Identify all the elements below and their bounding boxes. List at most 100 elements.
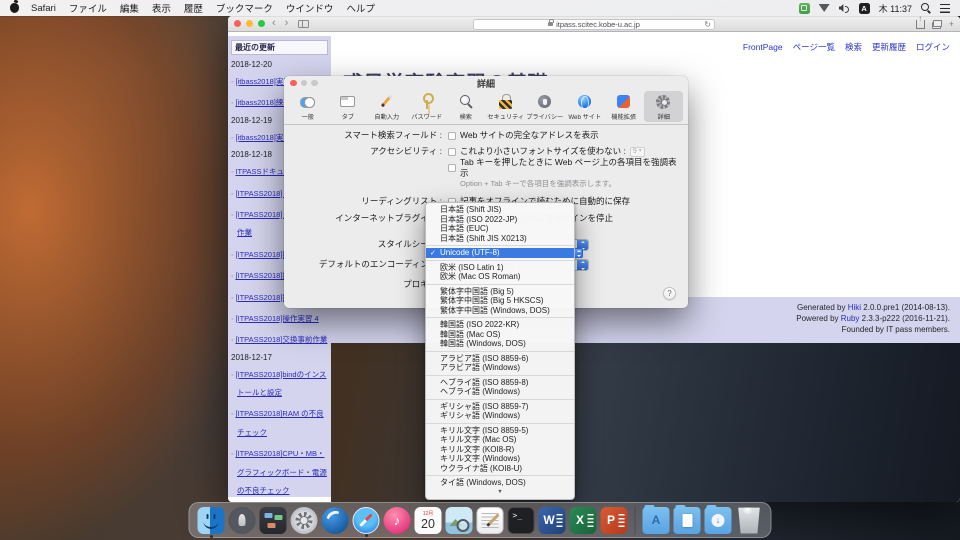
- itunes-icon[interactable]: ♪: [384, 507, 411, 534]
- checkbox[interactable]: [448, 132, 456, 140]
- system-preferences-icon[interactable]: [291, 507, 318, 534]
- checkbox[interactable]: [448, 164, 456, 172]
- trash-icon[interactable]: [736, 507, 763, 534]
- preferences-tab[interactable]: 機能拡張: [604, 91, 644, 122]
- preferences-tab[interactable]: 一般: [288, 91, 328, 122]
- pencil-icon: [378, 93, 395, 110]
- preferences-tab[interactable]: Web サイト: [565, 91, 605, 122]
- wiki-nav-link[interactable]: ログイン: [916, 42, 950, 52]
- preferences-tab[interactable]: セキュリティ: [486, 91, 526, 122]
- wiki-nav-link[interactable]: 更新履歴: [872, 42, 906, 52]
- footer-link[interactable]: Hiki: [848, 303, 861, 312]
- wiki-nav-link[interactable]: FrontPage: [743, 42, 783, 52]
- apple-menu-icon[interactable]: [10, 3, 19, 13]
- minimize-button[interactable]: [246, 20, 253, 27]
- encoding-menu-item[interactable]: ウクライナ語 (KOI8-U): [426, 464, 574, 474]
- footer-link[interactable]: Ruby: [841, 314, 860, 323]
- reload-icon[interactable]: [704, 20, 711, 29]
- encoding-menu-item[interactable]: 日本語 (Shift JIS X0213): [426, 234, 574, 244]
- preferences-tab[interactable]: パスワード: [407, 91, 447, 122]
- preferences-tab[interactable]: プライバシー: [525, 91, 565, 122]
- textedit-icon[interactable]: [477, 507, 504, 534]
- documents-folder-icon[interactable]: [674, 507, 701, 534]
- wiki-nav-link[interactable]: 検索: [845, 42, 862, 52]
- powerpoint-icon[interactable]: P: [601, 507, 628, 534]
- switch-icon: [299, 93, 316, 110]
- encoding-menu-item[interactable]: アラビア語 (Windows): [426, 363, 574, 373]
- applications-folder-icon[interactable]: A: [643, 507, 670, 534]
- excel-icon[interactable]: X: [570, 507, 597, 534]
- menu-bar-item[interactable]: ファイル: [69, 1, 107, 15]
- close-button[interactable]: [234, 20, 241, 27]
- encoding-menu-item[interactable]: ヘブライ語 (Windows): [426, 387, 574, 397]
- menu-bar-status: A 木 11:37: [799, 2, 950, 15]
- tab-overview-icon[interactable]: [932, 20, 942, 28]
- menu-bar-item[interactable]: 履歴: [184, 1, 203, 15]
- dialog-titlebar: 詳細: [284, 76, 688, 90]
- menu-bar-item[interactable]: ブックマーク: [216, 1, 273, 15]
- input-source-icon[interactable]: A: [859, 3, 870, 14]
- wiki-page-link[interactable]: [ITPASS2018]bindのインストールと設定: [235, 370, 326, 397]
- terminal-icon[interactable]: >_: [508, 507, 535, 534]
- menu-bar-item[interactable]: ヘルプ: [346, 1, 375, 15]
- menu-bar-item[interactable]: Safari: [31, 3, 56, 14]
- sidebar-toggle-icon[interactable]: [298, 20, 309, 28]
- lock-icon: [548, 22, 553, 26]
- finder-icon[interactable]: [198, 507, 225, 534]
- menu-bar-clock[interactable]: 木 11:37: [879, 2, 912, 15]
- preferences-tab[interactable]: 検索: [446, 91, 486, 122]
- mission-control-icon[interactable]: [260, 507, 287, 534]
- encoding-menu-item[interactable]: Unicode (UTF-8): [426, 248, 574, 258]
- footer-line: Founded by IT pass members.: [331, 324, 950, 335]
- preview-icon[interactable]: [446, 507, 473, 534]
- popup-arrows-cap[interactable]: [575, 248, 583, 258]
- toolbar-right: [916, 18, 954, 29]
- status-app-icon[interactable]: [799, 3, 810, 14]
- wiki-page-link[interactable]: [ITPASS2018]交換事前作業: [235, 335, 327, 344]
- magnifier-icon: [457, 93, 474, 110]
- list-item: [ITPASS2018]bindのインストールと設定: [231, 364, 328, 401]
- word-icon[interactable]: W: [539, 507, 566, 534]
- wiki-page-link[interactable]: [itbass2018]実習: [235, 77, 290, 86]
- forward-button[interactable]: [283, 18, 291, 28]
- notification-center-icon[interactable]: [940, 4, 950, 13]
- back-button[interactable]: [270, 18, 278, 28]
- downloads-folder-icon[interactable]: ↓: [705, 507, 732, 534]
- help-button[interactable]: ?: [663, 287, 676, 300]
- checkbox[interactable]: [448, 148, 456, 156]
- thunderbird-icon[interactable]: [322, 507, 349, 534]
- scroll-down-arrow[interactable]: [426, 488, 574, 497]
- preferences-tab[interactable]: 自動入力: [367, 91, 407, 122]
- wiki-nav-link[interactable]: ページ一覧: [793, 42, 835, 52]
- url-text: itpass.scitec.kobe-u.ac.jp: [556, 20, 640, 29]
- preferences-tab[interactable]: タブ: [328, 91, 368, 122]
- menu-bar-item[interactable]: 編集: [120, 1, 139, 15]
- encoding-menu-item[interactable]: タイ語 (Windows, DOS): [426, 478, 574, 488]
- encoding-menu-item[interactable]: ギリシャ語 (Windows): [426, 411, 574, 421]
- smart-search-row: スマート検索フィールド : Web サイトの完全なアドレスを表示: [292, 130, 680, 141]
- calendar-icon[interactable]: 12月 20: [415, 507, 442, 534]
- volume-icon[interactable]: [839, 4, 850, 13]
- wifi-icon[interactable]: [819, 4, 830, 12]
- zoom-button[interactable]: [258, 20, 265, 27]
- share-icon[interactable]: [916, 20, 925, 29]
- menu-bar-item[interactable]: 表示: [152, 1, 171, 15]
- encoding-menu-item[interactable]: 欧米 (Mac OS Roman): [426, 272, 574, 282]
- launchpad-icon[interactable]: [229, 507, 256, 534]
- encoding-menu-item[interactable]: 繁体字中国語 (Windows, DOS): [426, 306, 574, 316]
- running-indicator: [365, 534, 368, 537]
- new-tab-icon[interactable]: [949, 19, 954, 29]
- preferences-tab[interactable]: 詳細: [644, 91, 684, 122]
- spotlight-icon[interactable]: [921, 3, 931, 13]
- encoding-menu-item[interactable]: 韓国語 (Windows, DOS): [426, 339, 574, 349]
- font-size-select[interactable]: 9: [630, 147, 645, 157]
- key-icon: [418, 93, 435, 110]
- menu-group: タイ語 (Windows, DOS): [426, 475, 574, 488]
- wiki-page-link[interactable]: [ITPASS2018]操作実習 4: [235, 314, 318, 323]
- wiki-page-link[interactable]: [ITPASS2018]CPU・MB・グラフィックボード・電源の不良チェック: [235, 449, 326, 495]
- safari-icon[interactable]: [353, 507, 380, 534]
- footer-line: Powered by Ruby 2.3.3-p222 (2016-11-21).: [331, 313, 950, 324]
- address-bar[interactable]: itpass.scitec.kobe-u.ac.jp: [473, 19, 715, 30]
- menu-bar-item[interactable]: ウインドウ: [286, 1, 334, 15]
- wiki-page-link[interactable]: [ITPASS2018]RAM の不良チェック: [235, 409, 323, 436]
